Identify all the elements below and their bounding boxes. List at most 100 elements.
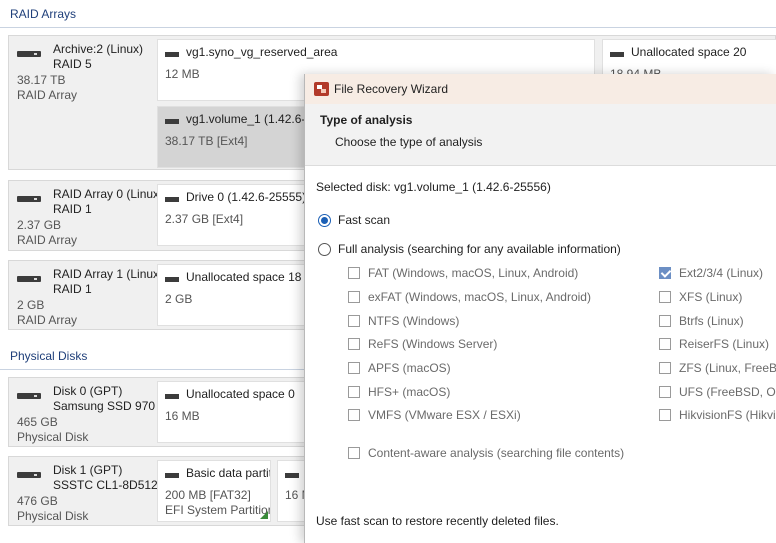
partition-drive0[interactable]: Drive 0 (1.42.6-25555) 2.37 GB [Ext4] (157, 184, 317, 246)
fs-checkbox-reiserfs[interactable]: ReiserFS (Linux) (659, 337, 769, 351)
fs-checkbox-ufs[interactable]: UFS (FreeBSD, Open (659, 385, 776, 399)
disk-type: SSSTC CL1-8D512-H (53, 478, 171, 492)
disk-size: 465 GB (17, 415, 58, 429)
fs-checkbox-exfat[interactable]: exFAT (Windows, macOS, Linux, Android) (348, 290, 591, 304)
checkbox-icon (659, 386, 671, 398)
disk-kind: RAID Array (17, 313, 78, 327)
content-aware-checkbox[interactable]: Content-aware analysis (searching file c… (348, 446, 624, 460)
fs-checkbox-refs[interactable]: ReFS (Windows Server) (348, 337, 497, 351)
partition-name: Unallocated space 18 (186, 270, 302, 284)
fs-label: Btrfs (Linux) (679, 314, 744, 328)
disk-name: Disk 0 (GPT) (53, 384, 123, 398)
checkbox-icon (348, 291, 360, 303)
partition-name: Unallocated space 0 (186, 387, 295, 401)
checkbox-checked-icon (659, 267, 671, 279)
selected-disk-label: Selected disk: vg1.volume_1 (1.42.6-2555… (316, 180, 551, 194)
partition-size: 2 GB (165, 292, 193, 306)
hard-drive-icon (17, 48, 41, 60)
checkbox-icon (348, 338, 360, 350)
wizard-subheading: Choose the type of analysis (335, 135, 483, 149)
disk-size: 2.37 GB (17, 218, 62, 232)
fs-checkbox-xfs[interactable]: XFS (Linux) (659, 290, 742, 304)
partition-unallocated-18[interactable]: Unallocated space 18 2 GB (157, 264, 317, 326)
checkbox-icon (348, 267, 360, 279)
partition-fs: EFI System Partition (165, 503, 271, 517)
section-title: Physical Disks (10, 349, 88, 363)
disk-type: RAID 1 (53, 282, 92, 296)
partition-name: vg1.volume_1 (1.42.6-25 (186, 112, 317, 126)
hard-drive-icon (17, 273, 41, 285)
disk-type: RAID 5 (53, 57, 92, 71)
wizard-hint-text: Use fast scan to restore recently delete… (316, 514, 559, 528)
partition-size: 38.17 TB [Ext4] (165, 134, 248, 148)
file-recovery-wizard: File Recovery Wizard Type of analysis Ch… (304, 74, 776, 543)
disk-name: Disk 1 (GPT) (53, 463, 123, 477)
partition-icon (165, 196, 179, 203)
checkbox-icon (348, 386, 360, 398)
partition-icon (285, 472, 299, 479)
section-title: RAID Arrays (10, 7, 77, 21)
disk-kind: Physical Disk (17, 430, 89, 444)
disk-kind: RAID Array (17, 88, 78, 102)
partition-name: Unallocated space 20 (631, 45, 747, 59)
fs-checkbox-fat[interactable]: FAT (Windows, macOS, Linux, Android) (348, 266, 578, 280)
partition-unallocated-0[interactable]: Unallocated space 0 16 MB (157, 381, 317, 443)
fs-label: ZFS (Linux, FreeBSD, (679, 361, 776, 375)
partition-icon (165, 472, 179, 479)
fs-checkbox-hikvisionfs[interactable]: HikvisionFS (Hikvis (659, 408, 776, 422)
hard-drive-icon (17, 469, 41, 481)
fs-checkbox-vmfs[interactable]: VMFS (VMware ESX / ESXi) (348, 408, 521, 422)
checkbox-icon (348, 362, 360, 374)
partition-size: 16 MB (165, 409, 200, 423)
fs-label: VMFS (VMware ESX / ESXi) (368, 408, 521, 422)
section-header-raid: RAID Arrays (0, 0, 776, 28)
fs-checkbox-btrfs[interactable]: Btrfs (Linux) (659, 314, 744, 328)
checkbox-icon (348, 315, 360, 327)
disk-kind: Physical Disk (17, 509, 89, 523)
disk-size: 476 GB (17, 494, 58, 508)
resize-corner-icon (260, 511, 268, 519)
fs-label: UFS (FreeBSD, Open (679, 385, 776, 399)
fs-checkbox-apfs[interactable]: APFS (macOS) (348, 361, 451, 375)
disk-name: RAID Array 0 (Linux) (53, 187, 164, 201)
fs-label: ReFS (Windows Server) (368, 337, 498, 351)
radio-selected-icon (318, 213, 331, 227)
partition-name: vg1.syno_vg_reserved_area (186, 45, 338, 59)
radio-unselected-icon (318, 242, 331, 256)
checkbox-icon (348, 447, 360, 459)
partition-icon (165, 118, 179, 125)
partition-icon (610, 51, 624, 58)
hard-drive-icon (17, 193, 41, 205)
partition-name: Basic data partiti (186, 466, 271, 480)
fs-label: APFS (macOS) (368, 361, 451, 375)
fs-checkbox-hfs[interactable]: HFS+ (macOS) (348, 385, 450, 399)
partition-basic-data[interactable]: Basic data partiti 200 MB [FAT32] EFI Sy… (157, 460, 271, 522)
fs-label: exFAT (Windows, macOS, Linux, Android) (368, 290, 591, 304)
fs-checkbox-ext[interactable]: Ext2/3/4 (Linux) (659, 266, 763, 280)
full-analysis-label: Full analysis (searching for any availab… (338, 242, 621, 256)
disk-size: 2 GB (17, 298, 45, 312)
partition-name: Drive 0 (1.42.6-25555) (186, 190, 307, 204)
wizard-header: Type of analysis Choose the type of anal… (305, 104, 776, 166)
partition-icon (165, 51, 179, 58)
wizard-titlebar[interactable]: File Recovery Wizard (305, 74, 776, 104)
fs-label: NTFS (Windows) (368, 314, 460, 328)
partition-size: 2.37 GB [Ext4] (165, 212, 244, 226)
hard-drive-icon (17, 390, 41, 402)
fs-label: XFS (Linux) (679, 290, 743, 304)
disk-type: RAID 1 (53, 202, 92, 216)
app-logo-icon (314, 82, 329, 96)
fs-checkbox-ntfs[interactable]: NTFS (Windows) (348, 314, 459, 328)
disk-name: RAID Array 1 (Linux) (53, 267, 164, 281)
wizard-title: File Recovery Wizard (334, 82, 449, 96)
content-aware-label: Content-aware analysis (searching file c… (368, 446, 625, 460)
partition-icon (165, 276, 179, 283)
fs-checkbox-zfs[interactable]: ZFS (Linux, FreeBSD, (659, 361, 776, 375)
partition-size: 200 MB [FAT32] (165, 488, 251, 502)
fs-label: Ext2/3/4 (Linux) (679, 266, 764, 280)
partition-volume1[interactable]: vg1.volume_1 (1.42.6-25 38.17 TB [Ext4] (157, 106, 317, 168)
fs-label: HikvisionFS (Hikvis (679, 408, 776, 422)
full-analysis-radio[interactable]: Full analysis (searching for any availab… (318, 242, 621, 256)
checkbox-icon (659, 362, 671, 374)
fast-scan-radio[interactable]: Fast scan (318, 213, 390, 227)
